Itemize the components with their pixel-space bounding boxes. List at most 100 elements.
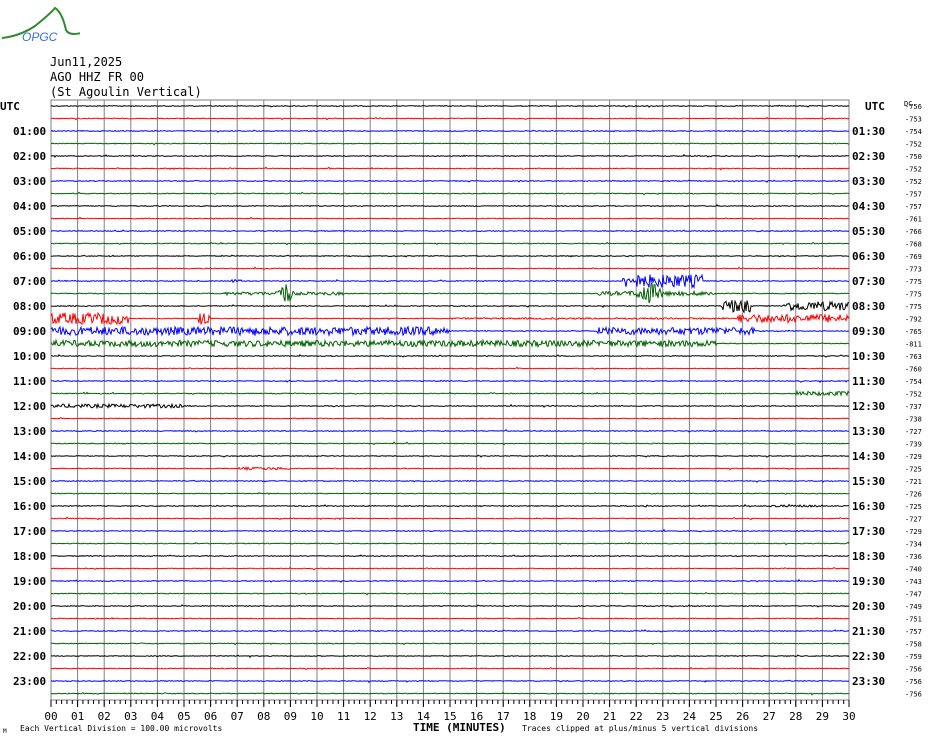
x-tick-label: 25	[709, 710, 722, 723]
dc-offset-label: -725	[905, 503, 922, 511]
dc-offset-label: -738	[905, 416, 922, 424]
right-hour-label: 19:30	[852, 575, 885, 588]
right-hour-label: 02:30	[852, 150, 885, 163]
dc-offset-label: -792	[905, 316, 922, 324]
dc-offset-label: -726	[905, 491, 922, 499]
dc-offset-label: -727	[905, 428, 922, 436]
left-utc-label: UTC	[0, 100, 20, 113]
dc-offset-label: -775	[905, 291, 922, 299]
left-hour-label: 18:00	[13, 550, 46, 563]
x-tick-label: 01	[71, 710, 84, 723]
right-hour-label: 10:30	[852, 350, 885, 363]
right-hour-label: 01:30	[852, 125, 885, 138]
x-tick-label: 04	[151, 710, 165, 723]
dc-offset-label: -768	[905, 241, 922, 249]
x-tick-label: 09	[284, 710, 297, 723]
dc-offset-label: -729	[905, 528, 922, 536]
dc-offset-label: -740	[905, 566, 922, 574]
x-tick-label: 03	[124, 710, 137, 723]
left-hour-label: 23:00	[13, 675, 46, 688]
dc-offset-label: -756	[905, 691, 922, 699]
dc-offset-label: -763	[905, 353, 922, 361]
dc-offset-label: -754	[905, 128, 922, 136]
left-hour-label: 13:00	[13, 425, 46, 438]
left-hour-label: 10:00	[13, 350, 46, 363]
right-hour-label: 14:30	[852, 450, 885, 463]
dc-offset-label: -752	[905, 391, 922, 399]
dc-offset-label: -752	[905, 166, 922, 174]
dc-offset-label: -754	[905, 378, 922, 386]
left-hour-label: 09:00	[13, 325, 46, 338]
left-hour-label: 22:00	[13, 650, 46, 663]
left-hour-label: 04:00	[13, 200, 46, 213]
x-tick-label: 13	[390, 710, 403, 723]
left-hour-label: 20:00	[13, 600, 46, 613]
left-hour-label: 07:00	[13, 275, 46, 288]
x-tick-label: 02	[98, 710, 111, 723]
left-hour-label: 17:00	[13, 525, 46, 538]
right-hour-label: 20:30	[852, 600, 885, 613]
x-tick-label: 27	[763, 710, 776, 723]
dc-offset-label: -756	[905, 666, 922, 674]
dc-offset-label: -749	[905, 603, 922, 611]
left-hour-label: 12:00	[13, 400, 46, 413]
dc-offset-label: -757	[905, 628, 922, 636]
right-hour-label: 07:30	[852, 275, 885, 288]
right-hour-label: 06:30	[852, 250, 885, 263]
dc-offset-label: -760	[905, 366, 922, 374]
left-hour-label: 19:00	[13, 575, 46, 588]
right-hour-label: 03:30	[852, 175, 885, 188]
x-tick-label: 26	[736, 710, 749, 723]
left-hour-label: 16:00	[13, 500, 46, 513]
dc-offset-label: -752	[905, 178, 922, 186]
x-tick-label: 05	[177, 710, 190, 723]
dc-offset-label: -765	[905, 328, 922, 336]
left-hour-label: 14:00	[13, 450, 46, 463]
dc-offset-label: -737	[905, 403, 922, 411]
x-tick-label: 11	[337, 710, 350, 723]
left-hour-label: 08:00	[13, 300, 46, 313]
right-hour-label: 11:30	[852, 375, 885, 388]
x-tick-label: 00	[44, 710, 57, 723]
left-hour-label: 01:00	[13, 125, 46, 138]
x-tick-label: 30	[842, 710, 855, 723]
x-tick-label: 22	[630, 710, 643, 723]
dc-offset-label: -769	[905, 253, 922, 261]
left-hour-label: 11:00	[13, 375, 46, 388]
x-tick-label: 06	[204, 710, 217, 723]
left-hour-label: 15:00	[13, 475, 46, 488]
helicorder-page: OPGC Jun11,2025 AGO HHZ FR 00 (St Agouli…	[0, 0, 930, 744]
dc-offset-label: -757	[905, 191, 922, 199]
corner-mark: M	[3, 728, 7, 735]
seismogram-plot: 00 01 02 03 04 05 06 07 08 09 10 11 12 13 14 15 16 17 18 19…	[0, 0, 930, 744]
clip-note: Traces clipped at plus/minus 5 vertical …	[522, 724, 758, 733]
dc-offset-label: -743	[905, 578, 922, 586]
dc-offset-label: -758	[905, 641, 922, 649]
dc-offset-label: -736	[905, 553, 922, 561]
dc-offset-label: -729	[905, 453, 922, 461]
dc-offset-label: -747	[905, 591, 922, 599]
right-hour-label: 21:30	[852, 625, 885, 638]
right-hour-label: 05:30	[852, 225, 885, 238]
left-hour-label: 02:00	[13, 150, 46, 163]
right-hour-label: 18:30	[852, 550, 885, 563]
x-tick-label: 20	[576, 710, 589, 723]
dc-offset-label: -775	[905, 278, 922, 286]
x-tick-label: 21	[603, 710, 616, 723]
dc-offset-label: -721	[905, 478, 922, 486]
right-hour-label: 13:30	[852, 425, 885, 438]
dc-offset-label: -734	[905, 541, 922, 549]
left-hour-label: 06:00	[13, 250, 46, 263]
right-hour-label: 12:30	[852, 400, 885, 413]
x-tick-label: 28	[789, 710, 802, 723]
right-utc-label: UTC	[865, 100, 885, 113]
right-hour-label: 09:30	[852, 325, 885, 338]
dc-offset-label: -773	[905, 266, 922, 274]
x-tick-label: 23	[656, 710, 669, 723]
dc-offset-label: -750	[905, 153, 922, 161]
right-hour-label: 16:30	[852, 500, 885, 513]
dc-offset-label: -761	[905, 216, 922, 224]
left-hour-label: 05:00	[13, 225, 46, 238]
right-hour-label: 04:30	[852, 200, 885, 213]
right-hour-label: 22:30	[852, 650, 885, 663]
